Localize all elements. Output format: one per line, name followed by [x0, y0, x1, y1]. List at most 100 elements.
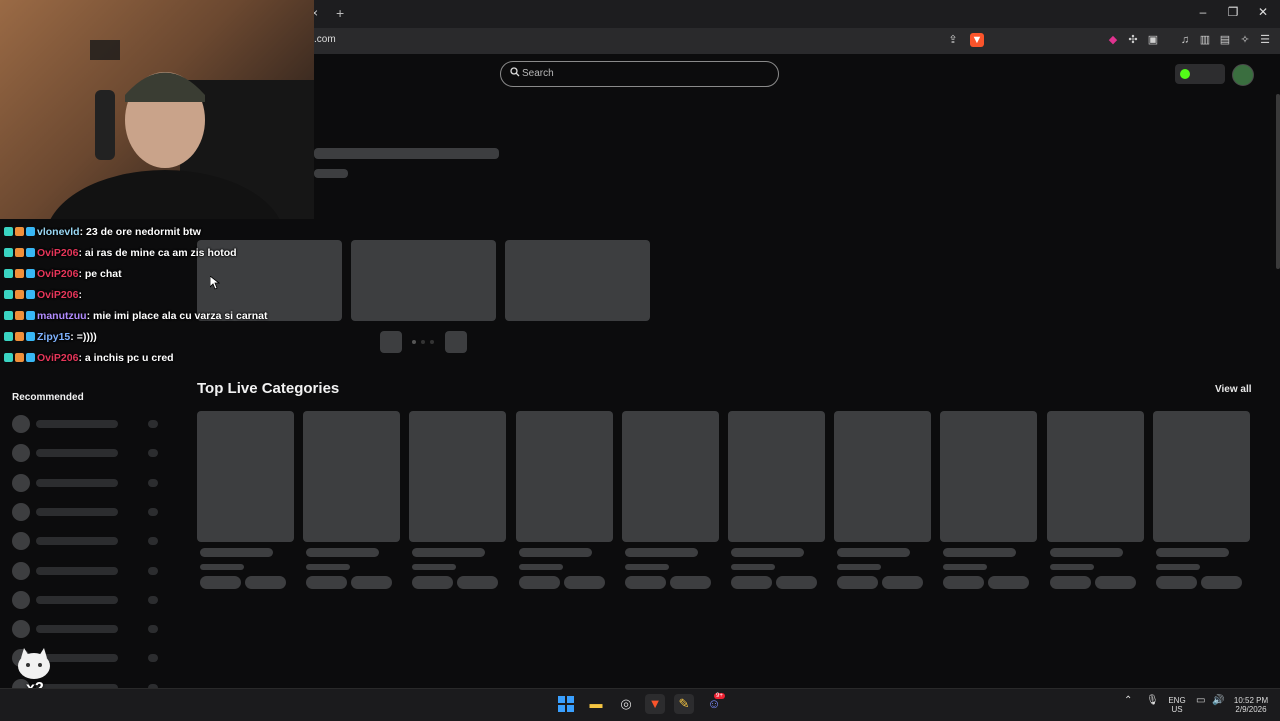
sidebar-channel-avatar[interactable]: [12, 415, 30, 433]
sidebar-channel-name-skeleton[interactable]: [36, 507, 118, 516]
skeleton-category-title: [306, 548, 380, 557]
chat-badge-icon: [26, 353, 35, 362]
minimize-button[interactable]: –: [1193, 5, 1213, 19]
sidebar-channel-name-skeleton[interactable]: [36, 449, 118, 458]
brave-icon[interactable]: ▼: [645, 694, 665, 714]
region-label: US: [1171, 705, 1183, 714]
category-card-skeleton[interactable]: [940, 411, 1038, 542]
user-avatar[interactable]: [1232, 64, 1254, 86]
pencil-app-icon[interactable]: ✎: [674, 694, 694, 714]
chat-badge-icon: [26, 311, 35, 320]
skeleton-category-tag: [518, 576, 560, 589]
brave-shield-icon[interactable]: ▼: [970, 33, 984, 47]
skeleton-category-tag: [1200, 576, 1242, 589]
sidebar-channel-name-skeleton[interactable]: [36, 566, 118, 575]
music-icon[interactable]: ♫: [1178, 33, 1192, 47]
skeleton-category-title: [1049, 548, 1123, 557]
category-card-skeleton[interactable]: [409, 411, 507, 542]
chat-username[interactable]: OviP206: [37, 268, 78, 280]
category-card-skeleton[interactable]: [621, 411, 719, 542]
category-card-skeleton[interactable]: [303, 411, 401, 542]
microphone-icon[interactable]: 🎙: [1146, 696, 1159, 706]
sidebar-viewer-count-skeleton: [148, 566, 158, 575]
sidebar-channel-name-skeleton[interactable]: [36, 537, 118, 546]
chat-badge-icon: [4, 269, 13, 278]
carousel-card-skeleton[interactable]: [351, 240, 496, 321]
skeleton-category-tag: [731, 576, 772, 589]
category-card-skeleton[interactable]: [1046, 411, 1144, 542]
language-indicator[interactable]: ENG US: [1168, 696, 1186, 714]
skeleton-category-tag: [837, 576, 879, 589]
skeleton-category-viewers: [1155, 564, 1200, 570]
clock-time: 10:52 PM: [1233, 696, 1269, 705]
skeleton-category-title: [837, 548, 911, 557]
new-tab-button[interactable]: +: [336, 5, 344, 21]
category-card-skeleton[interactable]: [1152, 411, 1250, 542]
page-scrollbar[interactable]: [1276, 94, 1280, 269]
chat-badge-icon: [4, 290, 13, 299]
chat-username[interactable]: OviP206: [37, 247, 78, 259]
skeleton-category-title: [200, 548, 273, 557]
sidebar-channel-name-skeleton[interactable]: [36, 420, 118, 428]
skeleton-category-title: [412, 548, 486, 557]
sidebar-channel-name-skeleton[interactable]: [36, 478, 118, 487]
carousel-card-skeleton[interactable]: [505, 240, 650, 321]
chat-username[interactable]: vlonevld: [37, 226, 80, 238]
carousel-dot[interactable]: [412, 340, 416, 344]
category-card-skeleton[interactable]: [728, 411, 825, 542]
file-explorer-icon[interactable]: ▬: [586, 694, 606, 714]
category-card-skeleton[interactable]: [197, 411, 294, 542]
chat-badge-icon: [15, 353, 24, 362]
sidebar-channel-avatar[interactable]: [12, 561, 30, 580]
sidebar-viewer-count-skeleton: [148, 449, 158, 458]
clock-date: 2/9/2026: [1235, 705, 1267, 714]
chat-badge-icon: [4, 248, 13, 257]
carousel-dot[interactable]: [421, 340, 425, 344]
sidebar-channel-name-skeleton[interactable]: [36, 595, 118, 604]
reader-icon[interactable]: ▣: [1146, 33, 1160, 47]
carousel-prev-button[interactable]: [380, 331, 402, 353]
sidebar-channel-avatar[interactable]: [12, 502, 30, 521]
carousel-dot[interactable]: [430, 340, 434, 344]
chat-username[interactable]: OviP206: [37, 352, 78, 364]
maximize-button[interactable]: ❐: [1223, 5, 1243, 19]
carousel-next-button[interactable]: [445, 331, 467, 353]
skeleton-category-title: [731, 548, 804, 557]
sidebar-channel-avatar[interactable]: [12, 473, 30, 492]
menu-icon[interactable]: ☰: [1258, 33, 1272, 47]
url-text[interactable]: .com: [314, 34, 336, 45]
skeleton-category-tag: [669, 576, 711, 589]
wallet-icon[interactable]: ▤: [1218, 33, 1232, 47]
chat-username[interactable]: Zipy15: [37, 331, 70, 343]
tray-overflow-icon[interactable]: ⌃: [1124, 696, 1132, 706]
skeleton-category-tag: [943, 576, 985, 589]
leo-icon[interactable]: ✧: [1238, 33, 1252, 47]
category-card-skeleton[interactable]: [515, 411, 613, 542]
chat-message: vlonevld: 23 de ore nedormit btw: [4, 226, 201, 238]
chat-text: ai ras de mine ca am zis hotod: [84, 247, 237, 259]
sidebar-channel-name-skeleton[interactable]: [36, 625, 118, 634]
sidebar-channel-avatar[interactable]: [12, 590, 30, 609]
category-card-skeleton[interactable]: [834, 411, 932, 542]
sidebar-channel-avatar[interactable]: [12, 620, 30, 639]
skeleton-category-viewers: [306, 564, 351, 570]
skeleton-category-tag: [1155, 576, 1197, 589]
obs-icon[interactable]: ◎: [616, 694, 636, 714]
windows-start-icon[interactable]: [558, 696, 574, 712]
chat-username[interactable]: manutzuu: [37, 310, 87, 322]
sidebar-viewer-count-skeleton: [148, 420, 158, 428]
network-icon[interactable]: ▭: [1196, 696, 1205, 706]
puzzle-icon[interactable]: ✣: [1126, 33, 1140, 47]
view-all-link[interactable]: View all: [1215, 384, 1252, 395]
language-label: ENG: [1168, 696, 1186, 705]
skeleton-category-title: [518, 548, 592, 557]
close-window-button[interactable]: ✕: [1253, 5, 1273, 19]
chat-username[interactable]: OviP206: [37, 289, 78, 301]
extension-icon[interactable]: ◆: [1106, 33, 1120, 47]
volume-icon[interactable]: 🔊: [1212, 696, 1224, 706]
chat-badge-icon: [15, 311, 24, 320]
sidebar-icon[interactable]: ▥: [1198, 33, 1212, 47]
clock[interactable]: 10:52 PM 2/9/2026: [1232, 696, 1270, 714]
share-icon[interactable]: ⇪: [946, 33, 960, 47]
sidebar-viewer-count-skeleton: [148, 478, 158, 487]
